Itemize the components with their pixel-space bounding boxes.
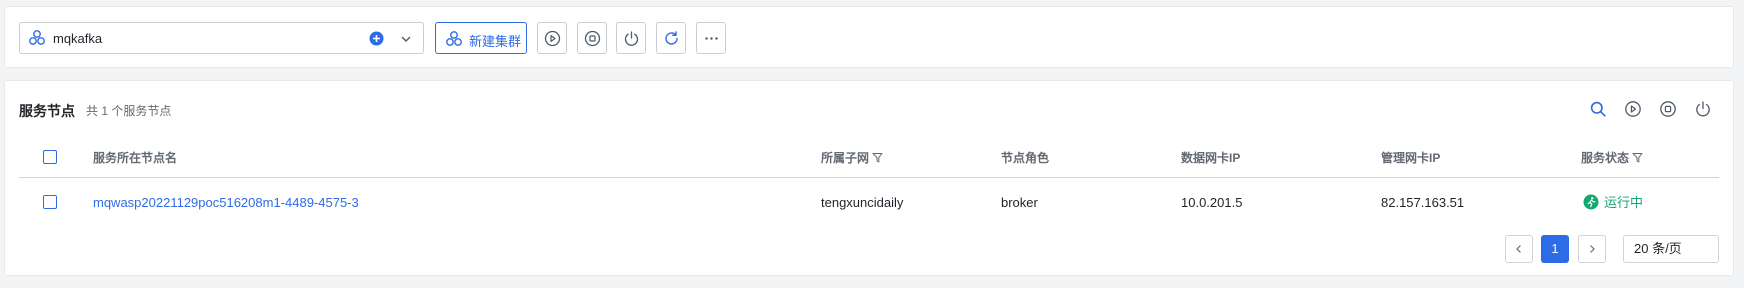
select-all-checkbox[interactable]: [43, 150, 57, 164]
more-button[interactable]: [696, 22, 726, 54]
new-cluster-label: 新建集群: [469, 34, 522, 49]
node-count: 共 1 个服务节点: [86, 104, 172, 118]
node-data-ip: 10.0.201.5: [1181, 195, 1243, 210]
cluster-icon: [29, 30, 45, 45]
cluster-add-icon: [446, 31, 462, 46]
add-circle-icon[interactable]: [369, 31, 384, 46]
column-header-subnet[interactable]: 所属子网: [821, 149, 884, 166]
node-name-link[interactable]: mqwasp20221129poc516208m1-4489-4575-3: [93, 195, 359, 210]
column-header-mgmt-ip: 管理网卡IP: [1381, 151, 1441, 165]
cluster-select[interactable]: mqkafka: [19, 22, 424, 54]
filter-icon[interactable]: [1632, 152, 1644, 164]
node-role: broker: [1001, 195, 1038, 210]
column-header-name[interactable]: 服务所在节点名: [93, 149, 177, 166]
cluster-select-value: mqkafka: [53, 31, 103, 46]
node-subnet: tengxuncidaily: [821, 195, 904, 210]
running-icon: [1583, 194, 1599, 209]
stop-cluster-button[interactable]: [577, 22, 607, 54]
page-size-select[interactable]: 20 条/页: [1623, 235, 1719, 263]
search-icon[interactable]: [1589, 100, 1607, 118]
chevron-left-icon: [1516, 245, 1521, 253]
table-header-divider: [19, 177, 1719, 178]
power-icon[interactable]: [1694, 100, 1712, 118]
prev-page-button[interactable]: [1505, 235, 1533, 263]
node-mgmt-ip: 82.157.163.51: [1381, 195, 1465, 210]
chevron-right-icon: [1590, 245, 1595, 253]
play-icon[interactable]: [1624, 100, 1642, 118]
more-icon: [705, 37, 718, 40]
status-label: 运行中: [1604, 195, 1644, 210]
refresh-button[interactable]: [656, 22, 686, 54]
stop-icon[interactable]: [1659, 100, 1677, 118]
toolbar-panel: mqkafka 新建集群: [4, 6, 1734, 68]
power-cluster-button[interactable]: [616, 22, 646, 54]
stop-icon: [584, 30, 601, 47]
service-nodes-panel: 服务节点 共 1 个服务节点 服务所在节点名 所属子网 节点角色 数据网卡IP …: [4, 80, 1734, 276]
refresh-icon: [665, 31, 678, 45]
new-cluster-button[interactable]: 新建集群: [435, 22, 527, 54]
play-icon: [544, 30, 561, 47]
start-cluster-button[interactable]: [537, 22, 567, 54]
page-number-current[interactable]: 1: [1541, 235, 1569, 263]
column-header-status[interactable]: 服务状态: [1581, 149, 1644, 166]
panel-title: 服务节点: [19, 103, 75, 119]
next-page-button[interactable]: [1578, 235, 1606, 263]
power-icon: [624, 31, 639, 46]
filter-icon[interactable]: [872, 152, 884, 164]
column-header-data-ip: 数据网卡IP: [1181, 151, 1241, 165]
column-header-role: 节点角色: [1001, 151, 1050, 165]
row-checkbox[interactable]: [43, 195, 57, 209]
chevron-down-icon[interactable]: [398, 31, 414, 47]
status-badge: 运行中: [1583, 192, 1643, 211]
